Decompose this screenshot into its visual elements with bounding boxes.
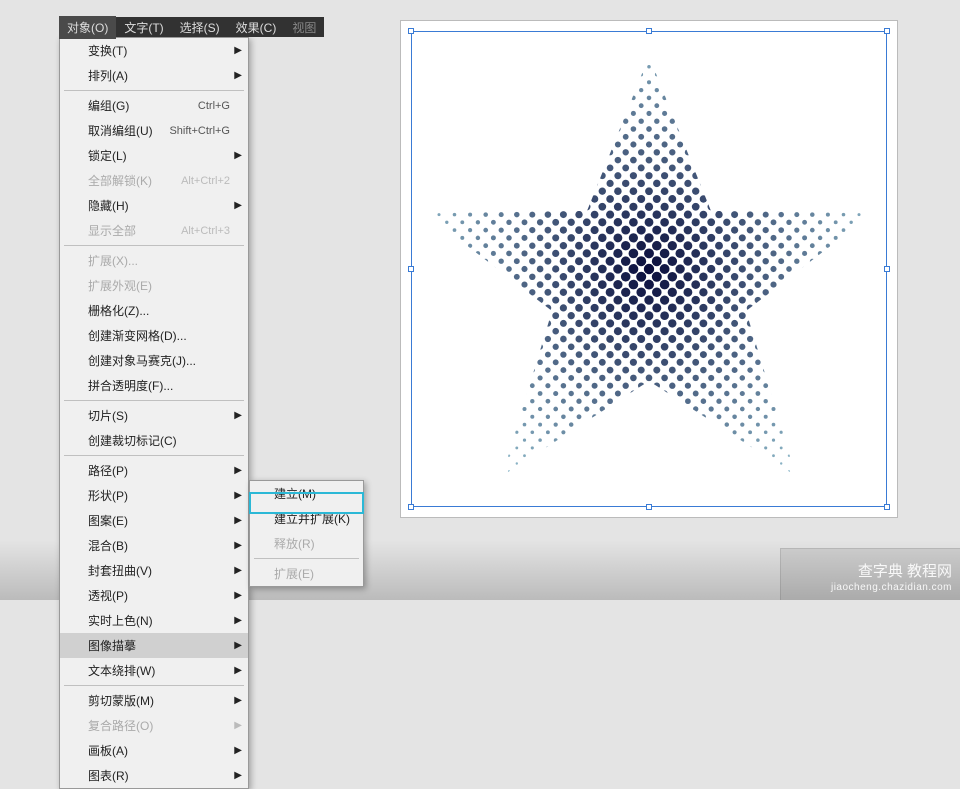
menu-slice[interactable]: 切片(S)▶ <box>60 403 248 428</box>
resize-handle-tl[interactable] <box>408 28 414 34</box>
chevron-right-icon: ▶ <box>234 515 242 526</box>
menu-show-all: 显示全部Alt+Ctrl+3 <box>60 218 248 243</box>
submenu-make-and-expand[interactable]: 建立并扩展(K) <box>250 506 363 531</box>
chevron-right-icon: ▶ <box>234 465 242 476</box>
menu-expand-appearance: 扩展外观(E) <box>60 273 248 298</box>
resize-handle-ml[interactable] <box>408 266 414 272</box>
image-trace-submenu: 建立(M) 建立并扩展(K) 释放(R) 扩展(E) <box>249 480 364 587</box>
menu-path[interactable]: 路径(P)▶ <box>60 458 248 483</box>
menu-envelope-distort[interactable]: 封套扭曲(V)▶ <box>60 558 248 583</box>
resize-handle-tr[interactable] <box>884 28 890 34</box>
chevron-right-icon: ▶ <box>234 720 242 731</box>
canvas[interactable]: (function(){ var ns="http://www.w3.org/2… <box>400 20 898 518</box>
chevron-right-icon: ▶ <box>234 695 242 706</box>
object-dropdown: 变换(T)▶ 排列(A)▶ 编组(G)Ctrl+G 取消编组(U)Shift+C… <box>59 37 249 789</box>
separator <box>64 400 244 401</box>
chevron-right-icon: ▶ <box>234 590 242 601</box>
menu-arrange[interactable]: 排列(A)▶ <box>60 63 248 88</box>
menu-image-trace[interactable]: 图像描摹▶ <box>60 633 248 658</box>
resize-handle-bm[interactable] <box>646 504 652 510</box>
menu-crop-marks[interactable]: 创建裁切标记(C) <box>60 428 248 453</box>
menu-ungroup[interactable]: 取消编组(U)Shift+Ctrl+G <box>60 118 248 143</box>
submenu-make[interactable]: 建立(M) <box>250 481 363 506</box>
menu-artboards[interactable]: 画板(A)▶ <box>60 738 248 763</box>
chevron-right-icon: ▶ <box>234 45 242 56</box>
menu-hide[interactable]: 隐藏(H)▶ <box>60 193 248 218</box>
menu-object-mosaic[interactable]: 创建对象马赛克(J)... <box>60 348 248 373</box>
submenu-expand: 扩展(E) <box>250 561 363 586</box>
chevron-right-icon: ▶ <box>234 410 242 421</box>
menu-text-wrap[interactable]: 文本绕排(W)▶ <box>60 658 248 683</box>
chevron-right-icon: ▶ <box>234 640 242 651</box>
resize-handle-br[interactable] <box>884 504 890 510</box>
watermark-url: jiaocheng.chazidian.com <box>831 581 952 594</box>
resize-handle-mr[interactable] <box>884 266 890 272</box>
separator <box>254 558 359 559</box>
menu-lock[interactable]: 锁定(L)▶ <box>60 143 248 168</box>
menu-clipping-mask[interactable]: 剪切蒙版(M)▶ <box>60 688 248 713</box>
menu-effect[interactable]: 效果(C) <box>228 16 285 39</box>
menu-blend[interactable]: 混合(B)▶ <box>60 533 248 558</box>
chevron-right-icon: ▶ <box>234 540 242 551</box>
menu-unlock-all: 全部解锁(K)Alt+Ctrl+2 <box>60 168 248 193</box>
menu-shape[interactable]: 形状(P)▶ <box>60 483 248 508</box>
menu-graph[interactable]: 图表(R)▶ <box>60 763 248 788</box>
watermark-title: 查字典 教程网 <box>831 562 952 582</box>
chevron-right-icon: ▶ <box>234 745 242 756</box>
chevron-right-icon: ▶ <box>234 200 242 211</box>
submenu-release: 释放(R) <box>250 531 363 556</box>
chevron-right-icon: ▶ <box>234 615 242 626</box>
chevron-right-icon: ▶ <box>234 150 242 161</box>
chevron-right-icon: ▶ <box>234 665 242 676</box>
separator <box>64 90 244 91</box>
menu-flatten-transparency[interactable]: 拼合透明度(F)... <box>60 373 248 398</box>
menu-select[interactable]: 选择(S) <box>172 16 228 39</box>
menu-expand: 扩展(X)... <box>60 248 248 273</box>
menu-pattern[interactable]: 图案(E)▶ <box>60 508 248 533</box>
watermark: 查字典 教程网 jiaocheng.chazidian.com <box>831 562 952 595</box>
menu-gradient-mesh[interactable]: 创建渐变网格(D)... <box>60 323 248 348</box>
menu-live-paint[interactable]: 实时上色(N)▶ <box>60 608 248 633</box>
resize-handle-bl[interactable] <box>408 504 414 510</box>
separator <box>64 685 244 686</box>
menu-compound-path: 复合路径(O)▶ <box>60 713 248 738</box>
chevron-right-icon: ▶ <box>234 490 242 501</box>
separator <box>64 455 244 456</box>
menu-perspective[interactable]: 透视(P)▶ <box>60 583 248 608</box>
halftone-star-artwork[interactable]: (function(){ var ns="http://www.w3.org/2… <box>416 36 882 502</box>
chevron-right-icon: ▶ <box>234 565 242 576</box>
menu-transform[interactable]: 变换(T)▶ <box>60 38 248 63</box>
menu-rasterize[interactable]: 栅格化(Z)... <box>60 298 248 323</box>
separator <box>64 245 244 246</box>
menubar: 对象(O) 文字(T) 选择(S) 效果(C) 视图 <box>59 17 324 37</box>
menu-object[interactable]: 对象(O) <box>59 16 116 39</box>
menu-group[interactable]: 编组(G)Ctrl+G <box>60 93 248 118</box>
chevron-right-icon: ▶ <box>234 770 242 781</box>
resize-handle-tm[interactable] <box>646 28 652 34</box>
chevron-right-icon: ▶ <box>234 70 242 81</box>
menu-view[interactable]: 视图 <box>284 16 324 39</box>
menu-type[interactable]: 文字(T) <box>116 16 171 39</box>
